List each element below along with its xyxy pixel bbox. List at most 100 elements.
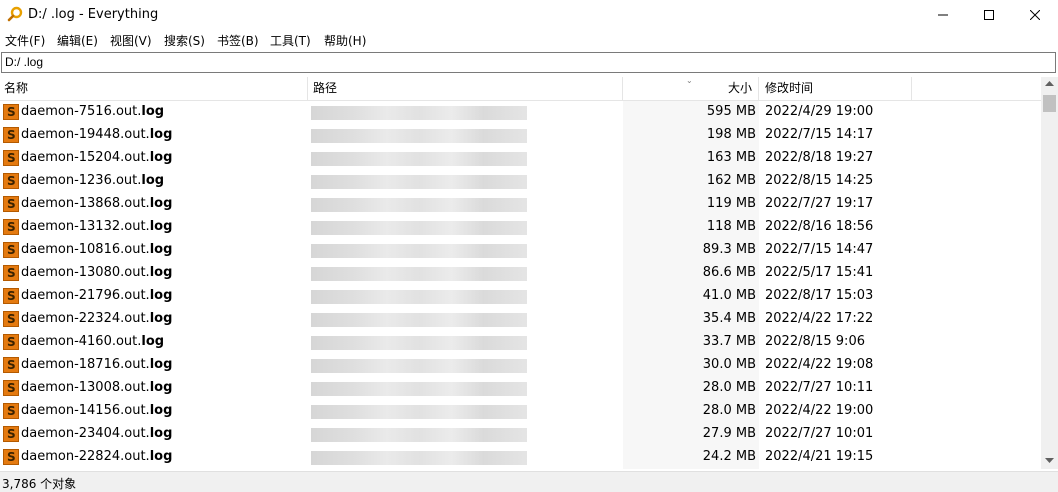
column-name-label: 名称 — [4, 81, 29, 95]
file-size: 89.3 MB — [702, 242, 756, 257]
file-row[interactable]: S daemon-7516.out.log 595 MB 2022/4/29 1… — [0, 101, 1041, 124]
file-name: daemon-4160.out.log — [21, 334, 165, 349]
file-name: daemon-13132.out.log — [21, 219, 173, 234]
menu-tools[interactable]: 工具(T) — [270, 32, 311, 49]
sublime-file-icon: S — [3, 242, 19, 258]
file-modified: 2022/4/22 17:22 — [765, 311, 874, 326]
sublime-file-icon: S — [3, 449, 19, 465]
file-name: daemon-21796.out.log — [21, 288, 173, 303]
redacted-path — [311, 451, 527, 465]
file-size: 198 MB — [706, 127, 756, 142]
file-name: daemon-19448.out.log — [21, 127, 173, 142]
file-modified: 2022/8/18 19:27 — [765, 150, 874, 165]
file-size: 86.6 MB — [702, 265, 756, 280]
file-row[interactable]: S daemon-23404.out.log 27.9 MB 2022/7/27… — [0, 423, 1041, 446]
file-name: daemon-13868.out.log — [21, 196, 173, 211]
file-row[interactable]: S daemon-14156.out.log 28.0 MB 2022/4/22… — [0, 400, 1041, 423]
file-modified: 2022/5/17 15:41 — [765, 265, 874, 280]
scroll-down-icon[interactable] — [1045, 458, 1054, 464]
sublime-file-icon: S — [3, 288, 19, 304]
sublime-file-icon: S — [3, 219, 19, 235]
file-modified: 2022/8/17 15:03 — [765, 288, 874, 303]
column-header: 名称 路径 大小 修改时间 ⌄ — [0, 77, 1041, 101]
file-row[interactable]: S daemon-13132.out.log 118 MB 2022/8/16 … — [0, 216, 1041, 239]
file-name: daemon-15204.out.log — [21, 150, 173, 165]
file-row[interactable]: S daemon-13080.out.log 86.6 MB 2022/5/17… — [0, 262, 1041, 285]
file-row[interactable]: S daemon-1236.out.log 162 MB 2022/8/15 1… — [0, 170, 1041, 193]
file-row[interactable]: S daemon-18716.out.log 30.0 MB 2022/4/22… — [0, 354, 1041, 377]
file-size: 28.0 MB — [702, 403, 756, 418]
sublime-file-icon: S — [3, 104, 19, 120]
file-size: 35.4 MB — [702, 311, 756, 326]
sublime-file-icon: S — [3, 196, 19, 212]
close-button[interactable] — [1012, 0, 1058, 30]
menu-search[interactable]: 搜索(S) — [164, 32, 205, 49]
file-modified: 2022/7/27 10:01 — [765, 426, 874, 441]
magnifier-icon — [7, 6, 23, 22]
menu-view[interactable]: 视图(V) — [110, 32, 152, 49]
file-modified: 2022/7/15 14:47 — [765, 242, 874, 257]
file-size: 119 MB — [706, 196, 756, 211]
file-size: 118 MB — [706, 219, 756, 234]
file-row[interactable]: S daemon-13008.out.log 28.0 MB 2022/7/27… — [0, 377, 1041, 400]
file-size: 30.0 MB — [702, 357, 756, 372]
file-modified: 2022/7/15 14:17 — [765, 127, 874, 142]
close-icon — [1030, 10, 1040, 20]
search-input[interactable] — [2, 53, 1048, 70]
file-row[interactable]: S daemon-22324.out.log 35.4 MB 2022/4/22… — [0, 308, 1041, 331]
redacted-path — [311, 428, 527, 442]
file-size: 162 MB — [706, 173, 756, 188]
file-row[interactable]: S daemon-10816.out.log 89.3 MB 2022/7/15… — [0, 239, 1041, 262]
minimize-icon — [938, 14, 948, 16]
menu-edit[interactable]: 编辑(E) — [57, 32, 98, 49]
file-row[interactable]: S daemon-21796.out.log 41.0 MB 2022/8/17… — [0, 285, 1041, 308]
file-row[interactable]: S daemon-22824.out.log 24.2 MB 2022/4/21… — [0, 446, 1041, 469]
file-modified: 2022/4/21 19:15 — [765, 449, 874, 464]
minimize-button[interactable] — [920, 0, 966, 30]
file-modified: 2022/8/16 18:56 — [765, 219, 874, 234]
redacted-path — [311, 244, 527, 258]
file-row[interactable]: S daemon-19448.out.log 198 MB 2022/7/15 … — [0, 124, 1041, 147]
file-size: 27.9 MB — [702, 426, 756, 441]
file-row[interactable]: S daemon-4160.out.log 33.7 MB 2022/8/15 … — [0, 331, 1041, 354]
vertical-scrollbar[interactable] — [1041, 77, 1058, 469]
column-modified-header[interactable]: 修改时间 — [759, 77, 912, 100]
file-modified: 2022/8/15 14:25 — [765, 173, 874, 188]
scroll-up-icon[interactable] — [1045, 81, 1054, 87]
status-bar: 3,786 个对象 — [0, 471, 1058, 492]
file-row[interactable]: S daemon-13868.out.log 119 MB 2022/7/27 … — [0, 193, 1041, 216]
sublime-file-icon: S — [3, 403, 19, 419]
file-name: daemon-13008.out.log — [21, 380, 173, 395]
file-modified: 2022/7/27 10:11 — [765, 380, 874, 395]
column-name-header[interactable]: 名称 — [0, 77, 308, 100]
file-size: 41.0 MB — [702, 288, 756, 303]
file-row[interactable]: S daemon-15204.out.log 163 MB 2022/8/18 … — [0, 147, 1041, 170]
file-name: daemon-23404.out.log — [21, 426, 173, 441]
column-modified-label: 修改时间 — [765, 81, 814, 95]
menu-bookmarks[interactable]: 书签(B) — [217, 32, 259, 49]
file-name: daemon-1236.out.log — [21, 173, 165, 188]
file-modified: 2022/4/29 19:00 — [765, 104, 874, 119]
menu-file[interactable]: 文件(F) — [5, 32, 45, 49]
maximize-button[interactable] — [966, 0, 1012, 30]
sublime-file-icon: S — [3, 311, 19, 327]
file-name: daemon-10816.out.log — [21, 242, 173, 257]
menu-help[interactable]: 帮助(H) — [324, 32, 366, 49]
redacted-path — [311, 129, 527, 143]
file-name: daemon-14156.out.log — [21, 403, 173, 418]
redacted-path — [311, 175, 527, 189]
sublime-file-icon: S — [3, 334, 19, 350]
sublime-file-icon: S — [3, 150, 19, 166]
redacted-path — [311, 336, 527, 350]
file-name: daemon-22324.out.log — [21, 311, 173, 326]
redacted-path — [311, 106, 527, 120]
column-path-header[interactable]: 路径 — [308, 77, 623, 100]
menu-bar: 文件(F) 编辑(E) 视图(V) 搜索(S) 书签(B) 工具(T) 帮助(H… — [0, 30, 1058, 50]
column-path-label: 路径 — [313, 81, 338, 95]
file-modified: 2022/7/27 19:17 — [765, 196, 874, 211]
file-modified: 2022/4/22 19:00 — [765, 403, 874, 418]
object-count: 3,786 个对象 — [2, 477, 77, 491]
file-name: daemon-7516.out.log — [21, 104, 165, 119]
redacted-path — [311, 313, 527, 327]
scrollbar-thumb[interactable] — [1043, 95, 1056, 112]
